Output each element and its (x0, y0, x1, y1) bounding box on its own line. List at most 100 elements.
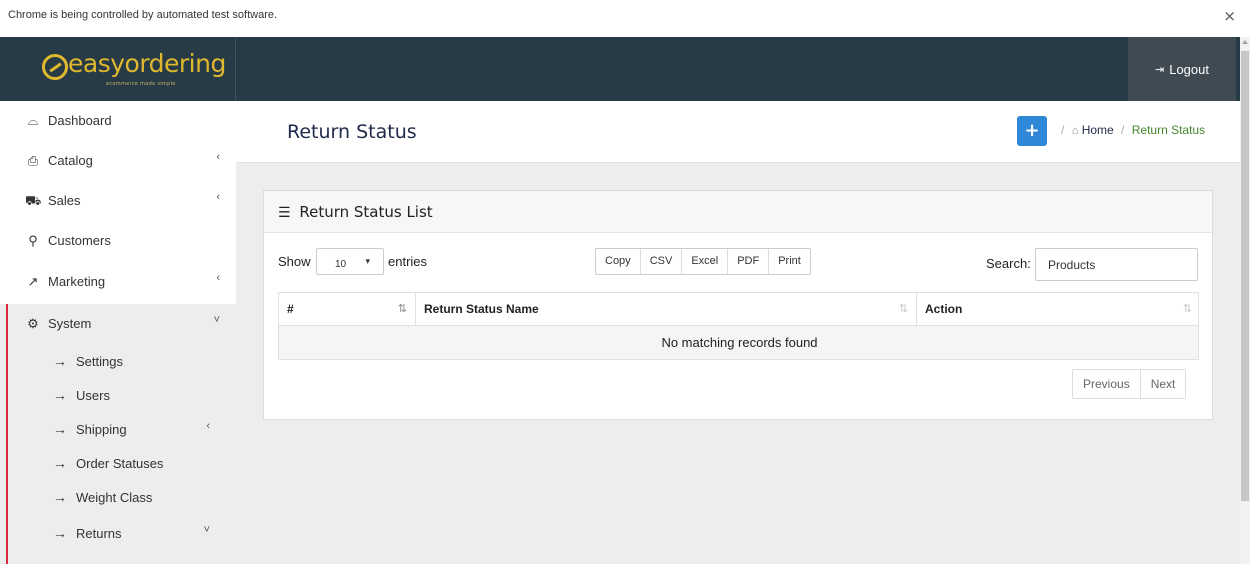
sidebar-item-label: Catalog (48, 153, 93, 168)
entries-length-select[interactable]: 10 ▾ (316, 248, 384, 275)
print-button[interactable]: Print (769, 249, 810, 274)
sort-icon: ⇅ (1182, 303, 1192, 315)
previous-page-button[interactable]: Previous (1073, 370, 1141, 398)
column-header-action[interactable]: Action ⇅ (917, 293, 1200, 326)
logo-tagline: ecommerce made simple (106, 81, 176, 87)
sidebar-subitem-label: Weight Class (76, 490, 153, 505)
chevron-left-icon: ‹ (216, 151, 220, 163)
dashboard-icon: ⌓ (27, 113, 39, 128)
column-header-return-status-name[interactable]: Return Status Name ⇅ (416, 293, 917, 326)
card-title-text: Return Status List (299, 203, 433, 221)
cart-icon: ⛟ (25, 193, 42, 208)
export-button-group: Copy CSV Excel PDF Print (595, 248, 811, 275)
sidebar-subitem-shipping[interactable]: → Shipping ‹ (0, 412, 236, 446)
table-row: No matching records found (279, 326, 1198, 359)
automation-banner-text: Chrome is being controlled by automated … (8, 9, 278, 21)
pdf-button[interactable]: PDF (728, 249, 770, 274)
pagination: Previous Next (1072, 369, 1187, 399)
sort-icon: ⇅ (898, 303, 908, 315)
sidebar-item-sales[interactable]: ⛟ Sales ‹ (0, 181, 236, 221)
sidebar-item-label: System (48, 316, 92, 331)
sidebar-item-label: Dashboard (48, 113, 112, 128)
csv-button[interactable]: CSV (641, 249, 683, 274)
sidebar-item-catalog[interactable]: ⎙ Catalog ‹ (0, 141, 236, 181)
sort-asc-icon: ⇅ (397, 303, 407, 315)
return-status-table: # ⇅ Return Status Name ⇅ Action ⇅ No mat… (278, 292, 1199, 360)
caret-down-icon: ▾ (365, 256, 370, 266)
arrow-right-icon: → (53, 387, 67, 403)
sidebar: ⌓ Dashboard ⎙ Catalog ‹ ⛟ Sales ‹ ⚲ Cust… (0, 101, 236, 564)
column-header-label: Return Status Name (424, 302, 539, 316)
sidebar-item-marketing[interactable]: ↗ Marketing ‹ (0, 262, 236, 302)
sidebar-subitem-weight-class[interactable]: → Weight Class (0, 480, 236, 514)
logo-text: easyordering (68, 49, 226, 78)
breadcrumb-separator: / (1121, 123, 1125, 137)
arrow-right-icon: → (53, 353, 67, 369)
tag-icon: ⎙ (27, 153, 39, 168)
breadcrumb-separator: / (1061, 123, 1065, 137)
entries-length-value: 10 (335, 259, 347, 270)
sidebar-subitem-label: Users (76, 388, 110, 403)
sidebar-item-label: Sales (48, 193, 81, 208)
sidebar-subitem-settings[interactable]: → Settings (0, 344, 236, 378)
chevron-left-icon: ‹ (206, 420, 210, 432)
automation-banner: Chrome is being controlled by automated … (0, 0, 1250, 37)
search-input[interactable] (1035, 248, 1198, 281)
top-header: easyordering ecommerce made simple ⇥ Log… (0, 37, 1250, 101)
scrollbar-thumb[interactable] (1241, 51, 1249, 501)
page-title: Return Status (287, 121, 417, 143)
return-status-card: ☰ Return Status List Show 10 ▾ entries C… (263, 190, 1213, 420)
column-header-label: # (287, 302, 294, 316)
card-header: ☰ Return Status List (264, 191, 1212, 233)
sidebar-item-label: Customers (48, 233, 111, 248)
column-header-number[interactable]: # ⇅ (279, 293, 416, 326)
sidebar-item-system[interactable]: ⚙ System ˅ (0, 304, 236, 344)
chevron-down-icon: ˅ (213, 314, 220, 326)
scroll-up-icon[interactable] (1242, 40, 1248, 44)
chevron-down-icon: ˅ (203, 524, 210, 536)
copy-button[interactable]: Copy (596, 249, 641, 274)
sidebar-subitem-returns[interactable]: → Returns ˅ (0, 516, 236, 550)
user-icon: ⚲ (28, 233, 38, 248)
search-label: Search: (986, 256, 1031, 271)
arrow-right-icon: → (53, 421, 67, 437)
empty-table-message: No matching records found (661, 335, 818, 350)
sidebar-subitem-label: Order Statuses (76, 456, 164, 471)
page-scrollbar[interactable] (1240, 37, 1250, 564)
logo-icon (42, 54, 68, 80)
logout-button[interactable]: ⇥ Logout (1128, 37, 1236, 101)
sidebar-item-label: Marketing (48, 274, 106, 289)
logo[interactable]: easyordering ecommerce made simple (0, 37, 236, 101)
card-title: ☰ Return Status List (278, 203, 433, 221)
sidebar-item-customers[interactable]: ⚲ Customers (0, 221, 236, 261)
sidebar-subitem-label: Shipping (76, 422, 127, 437)
chevron-left-icon: ‹ (216, 272, 220, 284)
page-header: Return Status + / ⌂ Home / Return Status (236, 101, 1240, 163)
sidebar-subitem-users[interactable]: → Users (0, 378, 236, 412)
list-icon: ☰ (278, 205, 291, 221)
excel-button[interactable]: Excel (682, 249, 729, 274)
arrow-right-icon: → (53, 455, 67, 471)
arrow-right-icon: → (53, 489, 67, 505)
sign-out-icon: ⇥ (1155, 63, 1165, 76)
sidebar-subitem-order-statuses[interactable]: → Order Statuses (0, 446, 236, 480)
breadcrumb: / ⌂ Home / Return Status (1057, 123, 1205, 137)
show-label: Show (278, 254, 311, 269)
add-button[interactable]: + (1017, 116, 1047, 146)
gear-icon: ⚙ (27, 316, 39, 331)
sidebar-subitem-label: Settings (76, 354, 123, 369)
close-icon[interactable]: × (1223, 7, 1236, 25)
breadcrumb-current: Return Status (1131, 123, 1206, 137)
sidebar-item-dashboard[interactable]: ⌓ Dashboard (0, 101, 236, 141)
next-page-button[interactable]: Next (1141, 370, 1186, 398)
arrow-right-icon: → (53, 525, 67, 541)
share-icon: ↗ (27, 274, 39, 289)
logout-label: Logout (1169, 61, 1209, 77)
breadcrumb-home-link[interactable]: Home (1082, 123, 1114, 137)
entries-label: entries (388, 254, 428, 269)
home-icon: ⌂ (1071, 125, 1079, 137)
sidebar-subitem-label: Returns (76, 526, 122, 541)
table-header-row: # ⇅ Return Status Name ⇅ Action ⇅ (279, 293, 1198, 326)
chevron-left-icon: ‹ (216, 191, 220, 203)
column-header-label: Action (925, 302, 963, 316)
